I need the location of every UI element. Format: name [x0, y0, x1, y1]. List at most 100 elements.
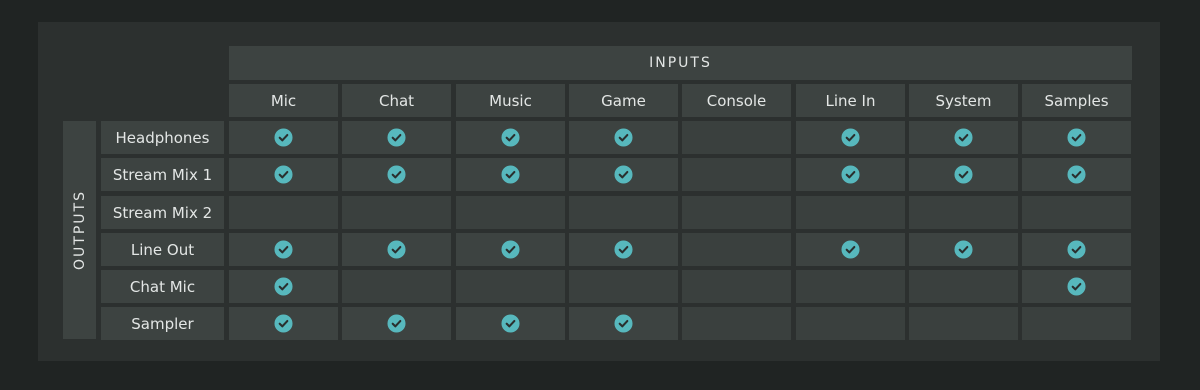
route-toggle-headphones-mic[interactable]: [229, 121, 338, 154]
route-toggle-sampler-mic[interactable]: [229, 307, 338, 340]
route-toggle-chat-mic-chat[interactable]: [342, 270, 451, 303]
output-row-sampler: Sampler: [101, 307, 224, 340]
check-circle-icon: [501, 314, 520, 333]
route-toggle-chat-mic-game[interactable]: [569, 270, 678, 303]
check-circle-icon: [501, 240, 520, 259]
check-circle-icon: [954, 165, 973, 184]
check-circle-icon: [274, 240, 293, 259]
route-toggle-headphones-samples[interactable]: [1022, 121, 1131, 154]
route-toggle-stream-mix-2-game[interactable]: [569, 196, 678, 229]
check-circle-icon: [614, 128, 633, 147]
route-toggle-sampler-line-in[interactable]: [796, 307, 905, 340]
check-circle-icon: [841, 165, 860, 184]
route-toggle-stream-mix-2-line-in[interactable]: [796, 196, 905, 229]
output-row-label: Stream Mix 1: [112, 165, 213, 184]
route-toggle-stream-mix-1-mic[interactable]: [229, 158, 338, 191]
inputs-header: INPUTS: [229, 46, 1132, 80]
check-circle-icon: [274, 277, 293, 296]
route-toggle-sampler-samples[interactable]: [1022, 307, 1131, 340]
route-toggle-stream-mix-1-music[interactable]: [456, 158, 565, 191]
route-toggle-line-out-music[interactable]: [456, 233, 565, 266]
route-toggle-headphones-system[interactable]: [909, 121, 1018, 154]
input-column-mic: Mic: [229, 84, 338, 117]
input-column-samples: Samples: [1022, 84, 1131, 117]
route-toggle-line-out-game[interactable]: [569, 233, 678, 266]
route-toggle-headphones-game[interactable]: [569, 121, 678, 154]
check-circle-icon: [501, 128, 520, 147]
input-column-label: System: [935, 91, 992, 110]
input-column-system: System: [909, 84, 1018, 117]
route-toggle-headphones-music[interactable]: [456, 121, 565, 154]
check-circle-icon: [501, 165, 520, 184]
input-column-label: Mic: [270, 91, 297, 110]
route-toggle-stream-mix-1-chat[interactable]: [342, 158, 451, 191]
route-toggle-chat-mic-line-in[interactable]: [796, 270, 905, 303]
route-toggle-sampler-console[interactable]: [682, 307, 791, 340]
output-row-label: Chat Mic: [129, 277, 196, 296]
route-toggle-line-out-chat[interactable]: [342, 233, 451, 266]
check-circle-icon: [614, 314, 633, 333]
route-toggle-line-out-mic[interactable]: [229, 233, 338, 266]
route-toggle-line-out-console[interactable]: [682, 233, 791, 266]
check-circle-icon: [841, 128, 860, 147]
check-circle-icon: [954, 240, 973, 259]
check-circle-icon: [387, 165, 406, 184]
route-toggle-chat-mic-console[interactable]: [682, 270, 791, 303]
route-toggle-stream-mix-2-mic[interactable]: [229, 196, 338, 229]
route-toggle-sampler-game[interactable]: [569, 307, 678, 340]
check-circle-icon: [387, 240, 406, 259]
input-column-music: Music: [456, 84, 565, 117]
input-column-label: Line In: [825, 91, 876, 110]
route-toggle-sampler-chat[interactable]: [342, 307, 451, 340]
output-row-headphones: Headphones: [101, 121, 224, 154]
check-circle-icon: [614, 165, 633, 184]
output-row-label: Line Out: [130, 240, 195, 259]
inputs-label: INPUTS: [649, 55, 712, 71]
route-toggle-stream-mix-2-system[interactable]: [909, 196, 1018, 229]
check-circle-icon: [387, 314, 406, 333]
input-column-label: Console: [706, 91, 767, 110]
output-row-stream-mix-1: Stream Mix 1: [101, 158, 224, 191]
output-row-label: Stream Mix 2: [112, 203, 213, 222]
route-toggle-headphones-chat[interactable]: [342, 121, 451, 154]
input-column-console: Console: [682, 84, 791, 117]
check-circle-icon: [274, 165, 293, 184]
route-toggle-line-out-line-in[interactable]: [796, 233, 905, 266]
route-toggle-stream-mix-2-console[interactable]: [682, 196, 791, 229]
output-row-label: Headphones: [115, 128, 210, 147]
output-row-line-out: Line Out: [101, 233, 224, 266]
route-toggle-headphones-console[interactable]: [682, 121, 791, 154]
check-circle-icon: [274, 314, 293, 333]
route-toggle-stream-mix-1-console[interactable]: [682, 158, 791, 191]
route-toggle-sampler-system[interactable]: [909, 307, 1018, 340]
route-toggle-line-out-samples[interactable]: [1022, 233, 1131, 266]
route-toggle-chat-mic-samples[interactable]: [1022, 270, 1131, 303]
route-toggle-stream-mix-2-chat[interactable]: [342, 196, 451, 229]
input-column-label: Samples: [1044, 91, 1109, 110]
route-toggle-stream-mix-1-system[interactable]: [909, 158, 1018, 191]
route-toggle-stream-mix-1-game[interactable]: [569, 158, 678, 191]
output-row-chat-mic: Chat Mic: [101, 270, 224, 303]
route-toggle-chat-mic-system[interactable]: [909, 270, 1018, 303]
route-toggle-stream-mix-1-line-in[interactable]: [796, 158, 905, 191]
check-circle-icon: [387, 128, 406, 147]
input-column-line-in: Line In: [796, 84, 905, 117]
input-column-label: Chat: [378, 91, 415, 110]
check-circle-icon: [1067, 128, 1086, 147]
input-column-label: Game: [601, 91, 646, 110]
route-toggle-stream-mix-1-samples[interactable]: [1022, 158, 1131, 191]
output-row-label: Sampler: [131, 314, 194, 333]
check-circle-icon: [1067, 240, 1086, 259]
route-toggle-chat-mic-mic[interactable]: [229, 270, 338, 303]
route-toggle-headphones-line-in[interactable]: [796, 121, 905, 154]
route-toggle-line-out-system[interactable]: [909, 233, 1018, 266]
check-circle-icon: [274, 128, 293, 147]
route-toggle-sampler-music[interactable]: [456, 307, 565, 340]
route-toggle-chat-mic-music[interactable]: [456, 270, 565, 303]
route-toggle-stream-mix-2-samples[interactable]: [1022, 196, 1131, 229]
outputs-label: OUTPUTS: [71, 190, 88, 270]
check-circle-icon: [614, 240, 633, 259]
input-column-game: Game: [569, 84, 678, 117]
route-toggle-stream-mix-2-music[interactable]: [456, 196, 565, 229]
check-circle-icon: [954, 128, 973, 147]
